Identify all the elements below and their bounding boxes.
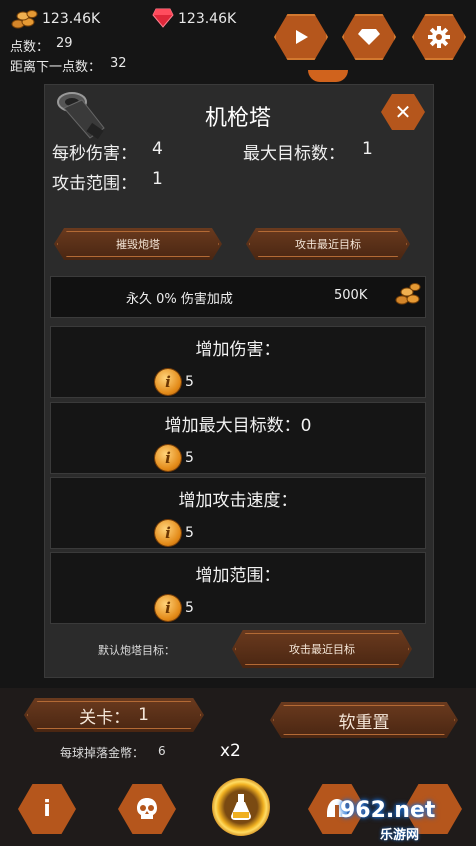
watermark-text: 962.net	[340, 798, 436, 823]
gold-coins-icon	[10, 8, 38, 30]
dps-value: 4	[152, 139, 163, 159]
upgrade-label: 增加伤害：	[195, 340, 281, 360]
level-display: 关卡： 1	[24, 698, 204, 732]
gem-icon	[152, 8, 174, 32]
coin-icon: i	[155, 520, 181, 546]
coin-icon: i	[155, 595, 181, 621]
points-label: 点数：	[10, 40, 50, 55]
watermark-sub: 乐游网	[380, 828, 420, 843]
range-label: 攻击范围：	[52, 174, 137, 194]
coin-icon: i	[155, 445, 181, 471]
points-value: 29	[56, 36, 73, 51]
upgrade-cost: 5	[185, 450, 194, 466]
dps-label: 每秒伤害：	[52, 144, 137, 164]
settings-button[interactable]	[412, 14, 466, 60]
next-point-label: 距离下一点数：	[10, 60, 102, 75]
default-target-label-text: 攻击最近目标	[289, 643, 355, 656]
level-label: 关卡：	[79, 707, 131, 728]
next-point-value: 32	[110, 56, 127, 71]
destroy-tower-button[interactable]: 摧毁炮塔	[54, 228, 222, 260]
upgrade-label: 增加最大目标数：0	[164, 416, 312, 436]
default-target-button[interactable]: 攻击最近目标	[232, 630, 412, 668]
attack-nearest-button[interactable]: 攻击最近目标	[246, 228, 410, 260]
upgrade-damage[interactable]: 增加伤害： i 5	[50, 326, 426, 398]
coin-icon: i	[155, 369, 181, 395]
gold-amount: 123.46K	[42, 11, 101, 27]
upgrade-range[interactable]: 增加范围： i 5	[50, 552, 426, 624]
destroy-tower-label: 摧毁炮塔	[116, 238, 160, 251]
damage-bonus-text: 永久 0% 伤害加成	[126, 292, 233, 307]
gold-coins-icon	[394, 281, 422, 311]
gem-amount: 123.46K	[178, 11, 237, 27]
upgrade-label: 增加攻击速度：	[178, 491, 298, 511]
gold-per-ball-value: 6	[158, 744, 166, 758]
damage-bonus-row[interactable]	[50, 276, 426, 318]
upgrade-max-targets[interactable]: 增加最大目标数：0 i 5	[50, 402, 426, 474]
skull-icon	[137, 798, 157, 819]
potion-icon	[231, 794, 251, 820]
gear-icon	[428, 26, 450, 48]
info-icon: i	[43, 796, 51, 822]
gold-per-ball-label: 每球掉落金幣：	[60, 746, 145, 760]
watermark-logo: 962.net 乐游网	[330, 798, 470, 843]
attack-nearest-label: 攻击最近目标	[295, 238, 361, 251]
multiplier-text: x2	[220, 741, 241, 761]
upgrade-cost: 5	[185, 374, 194, 390]
upgrade-cost: 5	[185, 525, 194, 541]
top-orange-tab	[308, 70, 348, 82]
shop-button[interactable]	[342, 14, 396, 60]
damage-bonus-cost: 500K	[334, 288, 368, 303]
close-icon: ✕	[394, 100, 412, 124]
play-icon	[296, 30, 308, 44]
play-button[interactable]	[274, 14, 328, 60]
default-target-label: 默认炮塔目标：	[98, 644, 175, 657]
soft-reset-label: 软重置	[338, 712, 390, 733]
upgrade-cost: 5	[185, 600, 194, 616]
upgrade-attack-speed[interactable]: 增加攻击速度： i 5	[50, 477, 426, 549]
upgrade-label: 增加范围：	[195, 566, 281, 586]
diamond-icon	[358, 29, 380, 45]
potion-boost-button[interactable]	[212, 778, 270, 836]
range-value: 1	[152, 169, 163, 189]
soft-reset-button[interactable]: 软重置	[270, 702, 458, 738]
max-targets-value: 1	[362, 139, 373, 159]
max-targets-label: 最大目标数：	[243, 144, 345, 164]
level-value: 1	[138, 705, 149, 725]
